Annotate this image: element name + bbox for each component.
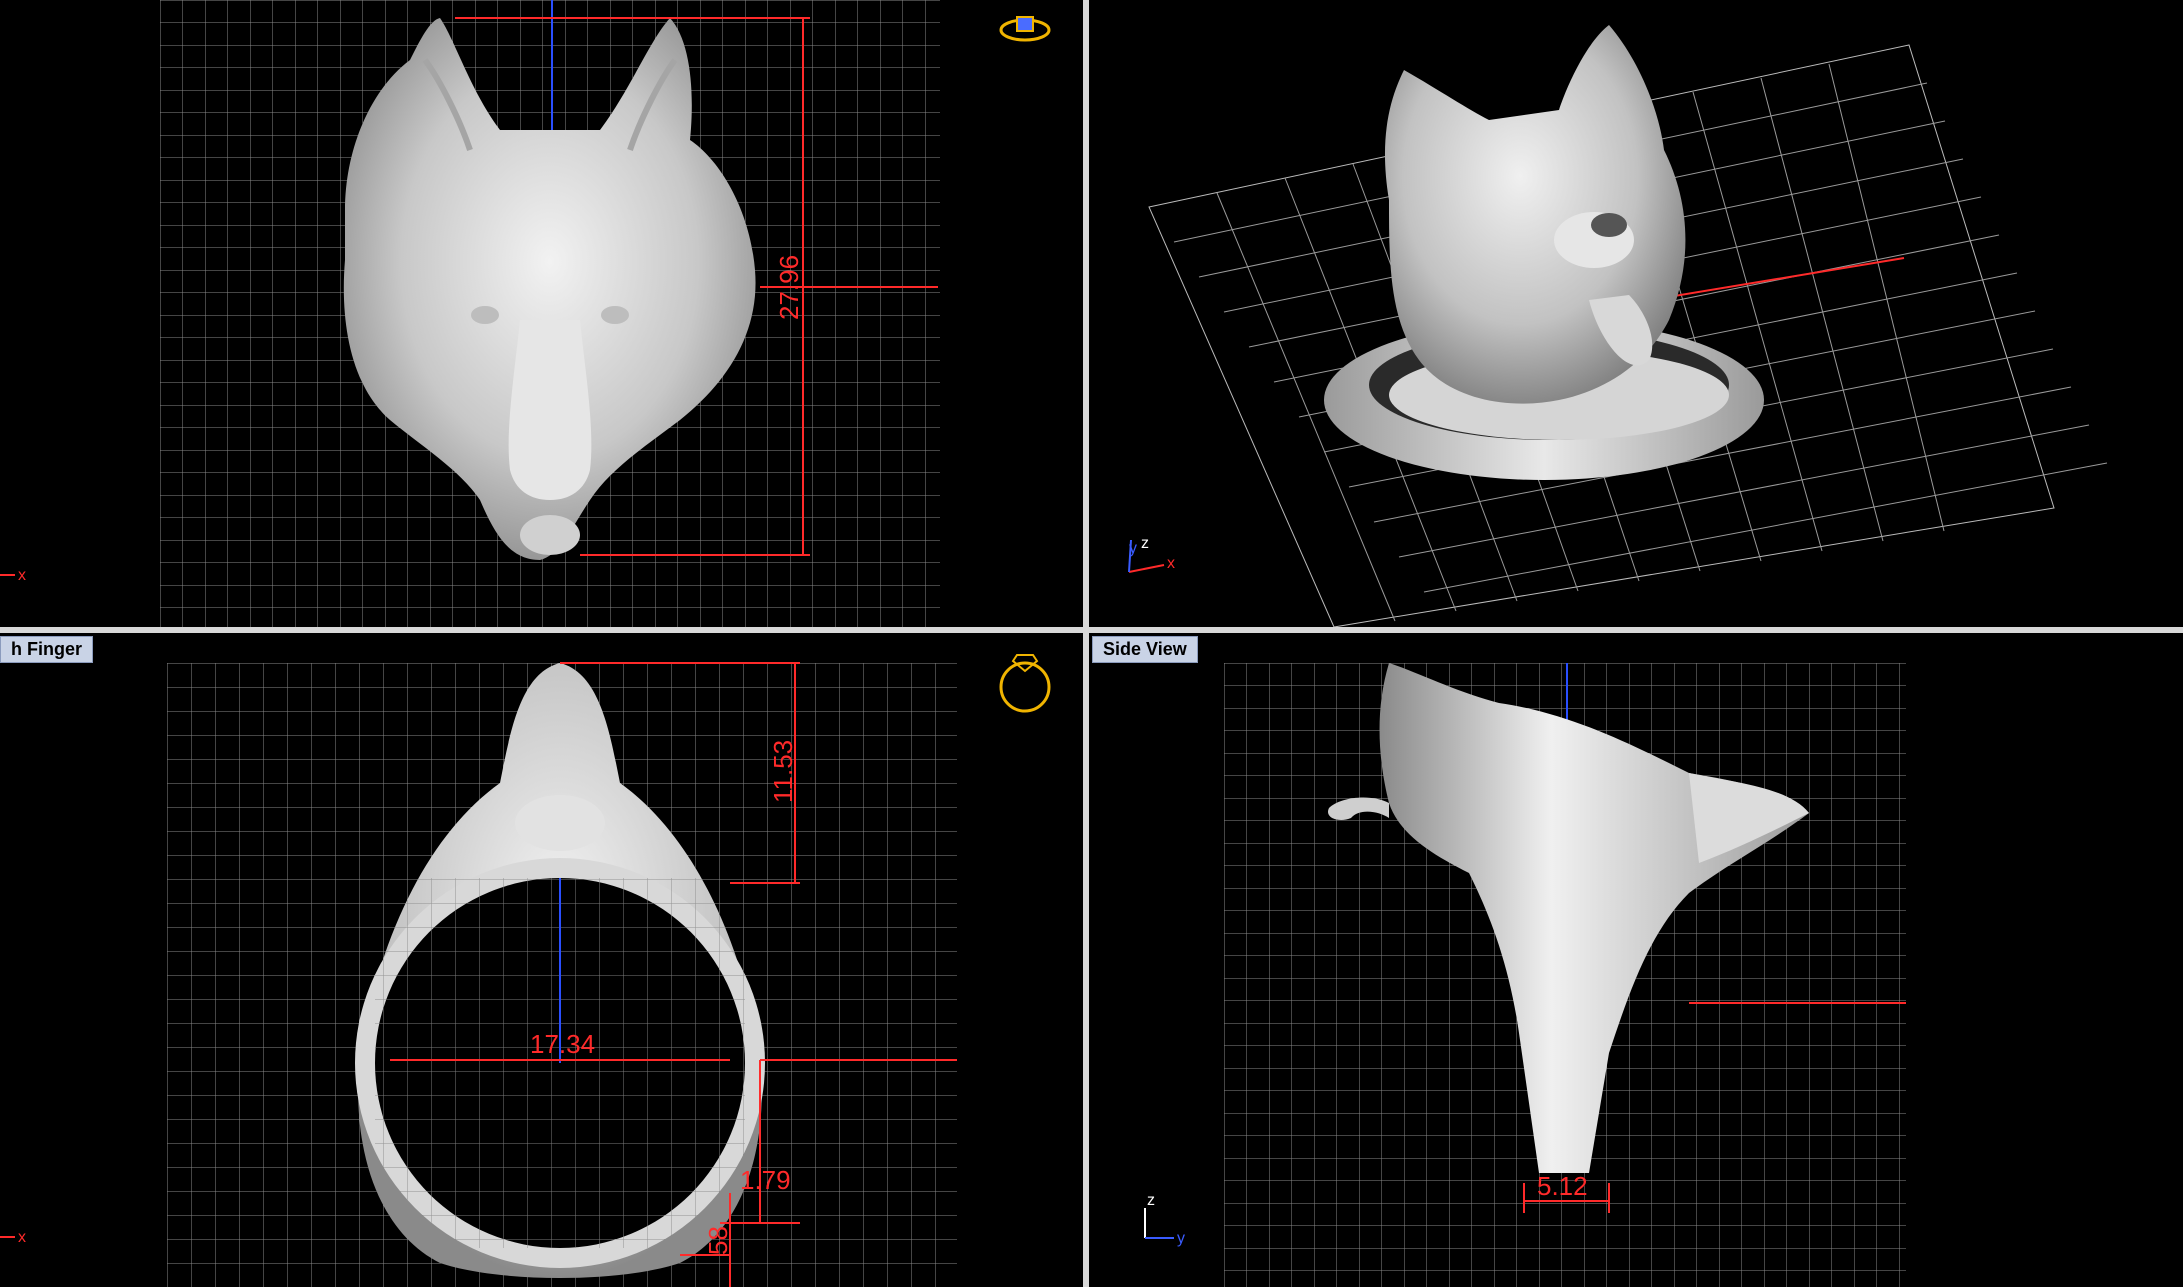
side-viewport[interactable]: 5.12 z y Side View: [1089, 633, 2183, 1287]
side-viewport-label[interactable]: Side View: [1092, 636, 1198, 663]
finger-view-canvas[interactable]: 11.53 17.34 1.79 58 x: [0, 633, 1083, 1287]
axis-x-line: [1128, 564, 1165, 573]
axis-z-label: z: [1147, 1192, 1155, 1209]
axis-x-label: x: [18, 1229, 26, 1246]
axis-x-label: x: [18, 567, 26, 584]
dimension-bottom-label: 58: [703, 1226, 733, 1255]
axis-y-label: y: [1177, 1230, 1185, 1247]
dimension-width-label: 5.12: [1537, 1171, 1588, 1201]
finger-viewport[interactable]: 11.53 17.34 1.79 58 x h Finger: [0, 633, 1083, 1287]
perspective-viewport[interactable]: x y z: [1089, 0, 2183, 627]
ring-icon[interactable]: [995, 645, 1055, 717]
front-viewport[interactable]: 27.96 x: [0, 0, 1083, 627]
side-view-canvas[interactable]: 5.12 z y: [1089, 633, 2183, 1287]
finger-viewport-label[interactable]: h Finger: [0, 636, 93, 663]
perspective-view-canvas[interactable]: x y z: [1089, 0, 2183, 627]
axis-x-label: x: [1167, 555, 1175, 572]
dimension-top-label: 11.53: [768, 740, 798, 803]
dimension-height-label: 27.96: [774, 255, 804, 320]
dimension-inner-label: 17.34: [530, 1029, 595, 1059]
wolf-ring-model: [1324, 25, 1764, 480]
dimension-band-label: 1.79: [740, 1165, 791, 1195]
front-view-canvas[interactable]: 27.96 x: [0, 0, 1083, 627]
ring-icon[interactable]: [995, 12, 1055, 48]
axis-y-label: y: [1129, 540, 1137, 557]
axis-z-label: z: [1141, 535, 1149, 552]
